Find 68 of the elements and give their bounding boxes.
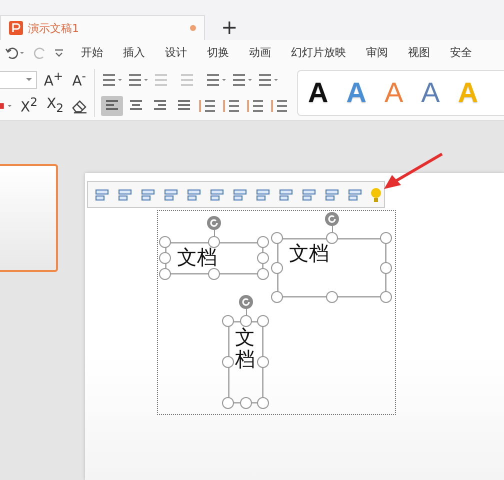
menu-tab[interactable]: 安全 [450,45,472,60]
annotation-arrow [382,152,444,192]
text-box-text: 文档 [235,326,255,370]
menu-tab[interactable]: 开始 [81,45,103,60]
resize-handle[interactable] [208,268,220,280]
text-box[interactable]: 文档 [222,295,269,409]
rotate-handle[interactable] [238,295,252,309]
menu-tab[interactable]: 视图 [408,45,430,60]
resize-handle[interactable] [222,397,234,409]
resize-handle[interactable] [159,252,171,264]
undo-icon[interactable] [5,46,27,58]
resize-handle[interactable] [208,236,220,248]
paragraph-tool-icon[interactable] [257,72,281,88]
font-size-button[interactable]: A$^{+}$ [42,69,66,90]
menu-tab[interactable]: 插入 [123,45,145,60]
resize-handle[interactable] [257,356,269,368]
resize-handle[interactable] [159,236,171,248]
resize-handle[interactable] [380,262,392,274]
eraser-icon[interactable] [70,98,88,114]
resize-handle[interactable] [257,236,269,248]
text-box-text: 文档 [177,245,217,269]
menu-tab[interactable]: 审阅 [366,45,388,60]
resize-handle[interactable] [271,262,283,274]
customize-caret-icon[interactable] [53,48,65,58]
text-box[interactable]: 文档 [159,216,269,280]
resize-handle[interactable] [326,232,338,244]
paragraph-tool-icon[interactable] [127,72,151,88]
slide-thumbnail[interactable] [0,164,58,272]
unsaved-dot-icon [190,25,196,31]
text-box-text: 文档 [289,241,329,265]
resize-handle[interactable] [257,268,269,280]
resize-handle[interactable] [222,356,234,368]
dropdown-caret-icon [24,76,33,82]
resize-handle[interactable] [326,291,338,303]
font-size-button[interactable]: A$^{-}$ [70,69,88,90]
paragraph-tool-icon[interactable] [231,72,255,88]
resize-handle[interactable] [257,397,269,409]
presentation-app-icon [9,21,23,35]
resize-handle[interactable] [380,232,392,244]
resize-handle[interactable] [257,315,269,327]
wordart-style[interactable]: A [421,76,440,108]
resize-handle[interactable] [257,252,269,264]
resize-handle[interactable] [240,315,252,327]
menu-tab[interactable]: 幻灯片放映 [291,45,346,60]
new-tab-button[interactable]: + [205,16,250,40]
document-title: 演示文稿1 [28,20,80,36]
menu-tab[interactable]: 设计 [165,45,187,60]
align-button[interactable] [101,96,123,116]
resize-handle[interactable] [240,397,252,409]
script-button[interactable]: X$^{2}$ [18,95,40,116]
font-size-field[interactable] [0,70,37,88]
paragraph-tool-icon[interactable] [101,72,125,88]
text-box[interactable]: 文档 [271,212,392,303]
menu-tab[interactable]: 动画 [249,45,271,60]
rotate-handle[interactable] [324,212,338,226]
resize-handle[interactable] [222,315,234,327]
script-button[interactable]: X$_{2}$ [44,96,66,115]
rotate-handle[interactable] [207,216,221,230]
wordart-style[interactable]: A [308,76,328,108]
menu-tab[interactable]: 切换 [207,45,229,60]
resize-handle[interactable] [271,232,283,244]
resize-handle[interactable] [271,291,283,303]
resize-handle[interactable] [159,268,171,280]
font-color-caret-icon[interactable] [0,100,14,110]
redo-icon[interactable] [33,46,47,58]
resize-handle[interactable] [380,291,392,303]
paragraph-tool-icon[interactable] [205,72,229,88]
lightbulb-icon[interactable] [369,186,383,204]
